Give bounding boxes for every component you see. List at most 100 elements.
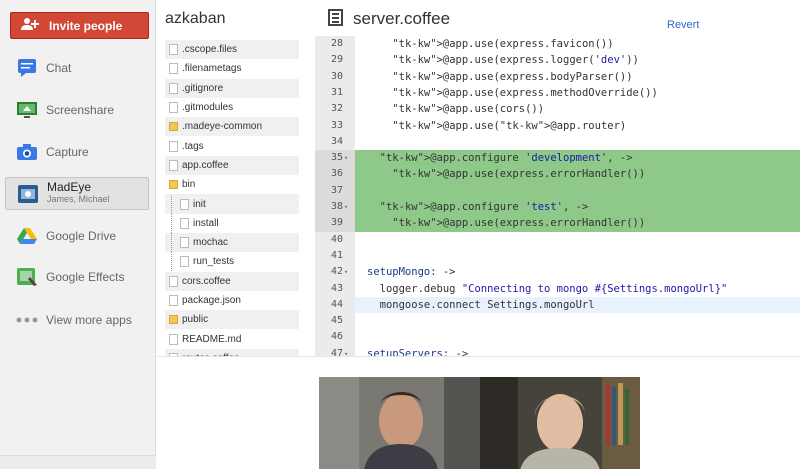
sidebar-item-label: Chat [46, 60, 72, 75]
sidebar-item-madeye[interactable]: MadEye James, Michael [5, 177, 149, 210]
madeye-participants: James, Michael [47, 194, 110, 204]
sidebar-item-capture[interactable]: Capture [5, 135, 149, 168]
code-line[interactable]: 35 ▾ "tk-kw">@app.configure 'development'… [315, 150, 800, 167]
tree-file[interactable]: .cscope.files [165, 40, 299, 60]
document-icon [328, 9, 343, 26]
tree-file[interactable]: mochac [165, 232, 299, 253]
more-dots-icon [10, 309, 44, 331]
sidebar-item-view-more-apps[interactable]: View more apps [5, 303, 149, 336]
code-editor[interactable]: 28 "tk-kw">@app.use(express.favicon()) 29… [315, 36, 800, 356]
code-line[interactable]: 45 [315, 313, 800, 330]
line-number: 28 [330, 38, 343, 49]
code-line[interactable]: 38 ▾ "tk-kw">@app.configure 'test', -> [315, 199, 800, 216]
line-number: 39 [330, 217, 343, 229]
sidebar-item-google-effects[interactable]: Google Effects [5, 260, 149, 293]
code-text: "tk-kw">@app.use(express.bodyParser()) [392, 70, 633, 83]
sidebar-item-label: Screenshare [46, 102, 115, 117]
fold-arrow-icon[interactable]: ▾ [344, 199, 348, 216]
code-line[interactable]: 47 ▾ setupServers: -> [315, 346, 800, 356]
tree-file[interactable]: .filenametags [165, 59, 299, 78]
file-icon [169, 295, 178, 306]
line-number: 41 [330, 249, 343, 261]
code-line[interactable]: 46 [315, 329, 800, 346]
code-text: "tk-kw">@app.use(cors()) [392, 103, 545, 116]
code-line[interactable]: 32 "tk-kw">@app.use(cors()) [315, 101, 800, 118]
line-number: 38 [330, 201, 343, 212]
line-number: 34 [330, 135, 343, 147]
line-number: 45 [330, 315, 343, 327]
code-line[interactable]: 44 mongoose.connect Settings.mongoUrl [315, 297, 800, 314]
tree-file[interactable]: package.json [165, 291, 299, 310]
code-line[interactable]: 41 [315, 248, 800, 265]
tree-file[interactable]: .gitignore [165, 78, 299, 98]
tree-file[interactable]: .tags [165, 136, 299, 155]
line-number: 42 [330, 266, 343, 278]
project-title: azkaban [165, 10, 226, 27]
code-line[interactable]: 31 "tk-kw">@app.use(express.methodOverri… [315, 85, 800, 102]
code-line[interactable]: 28 "tk-kw">@app.use(express.favicon()) [315, 36, 800, 53]
line-number: 30 [330, 70, 343, 82]
line-number: 43 [330, 282, 343, 294]
code-text: "tk-kw">@app.configure 'test', -> [379, 201, 589, 213]
code-line[interactable]: 29 "tk-kw">@app.use(express.logger('dev'… [315, 52, 800, 69]
tree-folder[interactable]: public [165, 310, 299, 330]
sidebar-item-label: View more apps [46, 312, 132, 327]
tree-item-label: .cscope.files [182, 44, 238, 56]
fold-arrow-icon[interactable]: ▾ [344, 150, 348, 167]
code-line[interactable]: 33 "tk-kw">@app.use("tk-kw">@app.router) [315, 118, 800, 135]
tree-item-label: public [182, 314, 209, 326]
fold-arrow-icon[interactable]: ▾ [344, 264, 348, 281]
code-text: setupServers: -> [367, 347, 469, 356]
add-person-icon [11, 17, 49, 35]
line-number: 33 [330, 119, 343, 131]
code-text: "tk-kw">@app.configure 'development', -> [379, 152, 633, 165]
sidebar-item-google-drive[interactable]: Google Drive [5, 219, 149, 252]
sidebar-footer [0, 455, 156, 469]
sidebar-item-screenshare[interactable]: Screenshare [5, 93, 149, 126]
code-line[interactable]: 34 [315, 134, 800, 151]
file-icon [169, 275, 178, 287]
tree-folder[interactable]: .madeye-common [165, 117, 299, 137]
file-icon [169, 82, 178, 94]
file-icon [180, 256, 189, 268]
fold-arrow-icon[interactable]: ▾ [344, 346, 348, 356]
participant-video-james[interactable] [319, 377, 480, 469]
tree-file[interactable]: README.md [165, 329, 299, 348]
sidebar-item-label: MadEye [47, 180, 92, 194]
tree-item-label: bin [182, 179, 196, 191]
code-text: "tk-kw">@app.use("tk-kw">@app.router) [392, 119, 627, 132]
code-line[interactable]: 40 [315, 232, 800, 249]
sidebar-item-label: Google Effects [46, 269, 125, 284]
code-line[interactable]: 39 "tk-kw">@app.use(express.errorHandler… [315, 215, 800, 232]
tree-file[interactable]: cors.coffee [165, 271, 299, 291]
code-line[interactable]: 37 [315, 183, 800, 200]
code-line[interactable]: 30 "tk-kw">@app.use(express.bodyParser()… [315, 69, 800, 86]
folder-icon [169, 122, 178, 132]
tree-file[interactable]: .gitmodules [165, 98, 299, 117]
tree-item-label: mochac [193, 237, 229, 249]
tree-item-label: .gitignore [182, 82, 224, 94]
tree-file[interactable]: install [165, 213, 299, 233]
tree-indent-guide [171, 213, 172, 233]
file-icon [180, 198, 189, 210]
tree-file[interactable]: app.coffee [165, 155, 299, 176]
tree-folder[interactable]: bin [165, 175, 299, 194]
tree-file[interactable]: run_tests [165, 252, 299, 272]
tree-file[interactable]: init [165, 194, 299, 214]
revert-link[interactable]: Revert [667, 19, 699, 31]
effects-icon [10, 266, 44, 288]
folder-icon [169, 180, 178, 190]
code-line[interactable]: 36 "tk-kw">@app.use(express.errorHandler… [315, 166, 800, 183]
line-number: 31 [330, 86, 343, 98]
tree-item-label: package.json [182, 295, 241, 306]
code-line[interactable]: 43 logger.debug "Connecting to mongo #{S… [315, 281, 800, 298]
file-icon [169, 102, 178, 114]
line-number: 44 [330, 298, 343, 310]
file-tree: .cscope.files .filenametags .gitignore .git… [165, 40, 299, 388]
participant-video-michael[interactable] [480, 377, 640, 469]
sidebar-item-chat[interactable]: Chat [5, 51, 149, 84]
madeye-icon [11, 183, 45, 205]
invite-people-button[interactable]: Invite people [10, 12, 149, 39]
sidebar-item-label: Capture [46, 144, 89, 159]
code-line[interactable]: 42 ▾ setupMongo: -> [315, 264, 800, 281]
